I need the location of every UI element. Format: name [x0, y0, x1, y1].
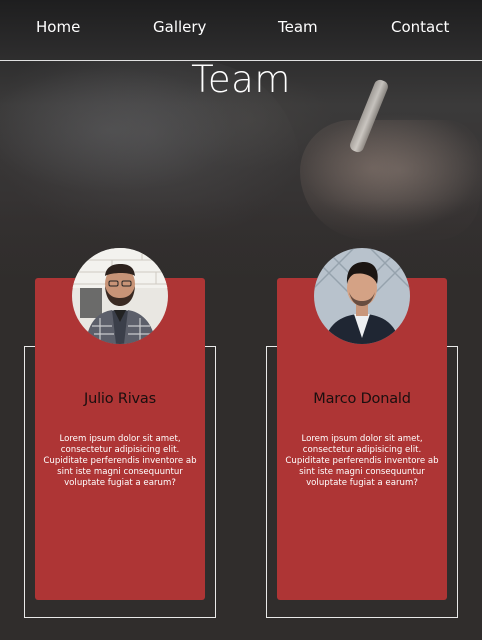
nav-link-contact[interactable]: Contact [391, 18, 449, 36]
avatar-marco-donald [314, 248, 410, 344]
nav-link-team[interactable]: Team [278, 18, 318, 36]
nav-link-home[interactable]: Home [36, 18, 80, 36]
member-name: Marco Donald [313, 391, 411, 407]
page-title: Team [191, 58, 291, 101]
nav-link-gallery[interactable]: Gallery [153, 18, 206, 36]
portrait-julio-icon [72, 248, 168, 344]
member-bio: Lorem ipsum dolor sit amet, consectetur … [43, 434, 197, 488]
member-bio: Lorem ipsum dolor sit amet, consectetur … [285, 434, 439, 488]
portrait-marco-icon [314, 248, 410, 344]
member-name: Julio Rivas [84, 391, 156, 407]
avatar-julio-rivas [72, 248, 168, 344]
top-navigation: Home Gallery Team Contact [0, 0, 482, 61]
